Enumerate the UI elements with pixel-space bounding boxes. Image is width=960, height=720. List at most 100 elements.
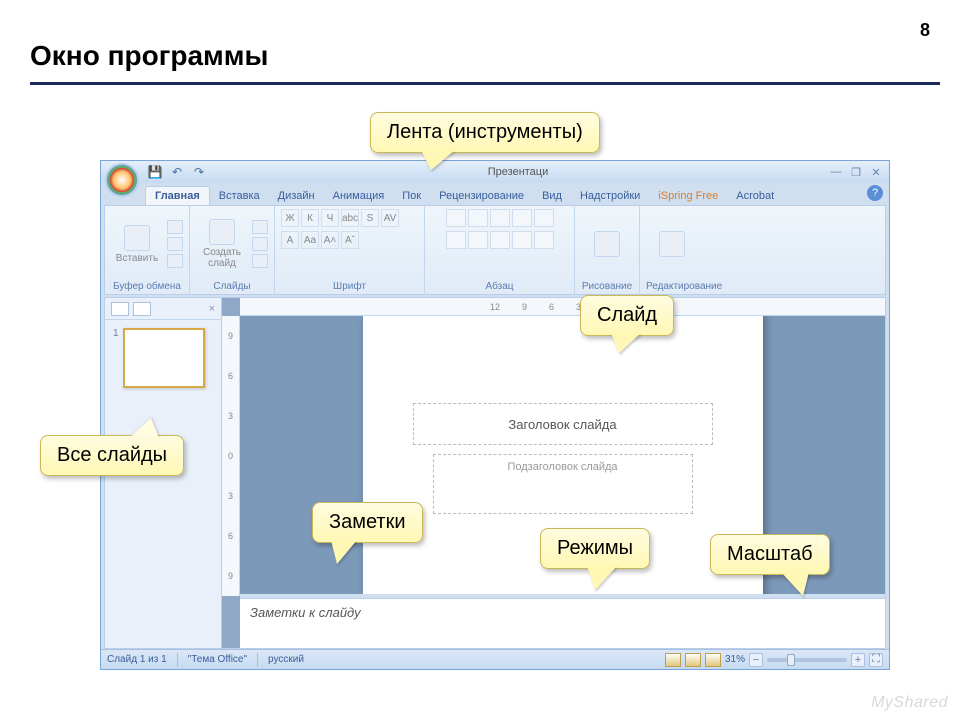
ruler-tick: 6 (549, 302, 554, 312)
format-painter-icon[interactable] (167, 254, 183, 268)
ruler-tick: 3 (228, 491, 233, 501)
ruler-tick: 9 (228, 571, 233, 581)
tab-design[interactable]: Дизайн (269, 187, 324, 205)
tab-review[interactable]: Рецензирование (430, 187, 533, 205)
drawing-button[interactable] (581, 212, 633, 276)
paste-button[interactable]: Вставить (111, 212, 163, 276)
align-center-button[interactable] (468, 231, 488, 249)
callout-zoom: Масштаб (710, 534, 830, 575)
group-drawing: Рисование (575, 206, 640, 294)
bold-button[interactable]: Ж (281, 209, 299, 227)
shrink-font-button[interactable]: Aˇ (341, 231, 359, 249)
zoom-thumb[interactable] (787, 654, 795, 666)
columns-button[interactable] (534, 231, 554, 249)
cut-icon[interactable] (167, 220, 183, 234)
drawing-icon (594, 231, 620, 257)
italic-button[interactable]: К (301, 209, 319, 227)
justify-button[interactable] (512, 231, 532, 249)
editing-button[interactable] (646, 212, 698, 276)
window-title: Презентаци (207, 166, 829, 178)
copy-icon[interactable] (167, 237, 183, 251)
tab-view[interactable]: Вид (533, 187, 571, 205)
callout-ribbon: Лента (инструменты) (370, 112, 600, 153)
normal-view-button[interactable] (665, 653, 681, 667)
outline-tab-icon[interactable] (133, 302, 151, 316)
powerpoint-window: 💾 ↶ ↷ Презентаци — ❐ ✕ ? Главная Вставка… (100, 160, 890, 670)
tab-addins[interactable]: Надстройки (571, 187, 649, 205)
ruler-tick: 6 (228, 371, 233, 381)
indent-dec-button[interactable] (490, 209, 510, 227)
close-icon[interactable]: ✕ (869, 166, 883, 179)
fit-window-button[interactable]: ⛶ (869, 653, 883, 667)
change-case-button[interactable]: Aa (301, 231, 319, 249)
page-title: Окно программы (30, 40, 268, 72)
zoom-slider[interactable] (767, 658, 847, 662)
thumbnail-number: 1 (113, 328, 119, 388)
redo-icon[interactable]: ↷ (191, 164, 207, 180)
help-icon[interactable]: ? (867, 185, 883, 201)
callout-notes: Заметки (312, 502, 423, 543)
vertical-ruler[interactable]: 9 6 3 0 3 6 9 (222, 316, 240, 596)
strike-button[interactable]: abc (341, 209, 359, 227)
numbering-button[interactable] (468, 209, 488, 227)
undo-icon[interactable]: ↶ (169, 164, 185, 180)
callout-slide: Слайд (580, 295, 674, 336)
shadow-button[interactable]: S (361, 209, 379, 227)
group-clipboard-label: Буфер обмена (111, 279, 183, 294)
slide-thumbnail[interactable]: 1 (113, 328, 213, 388)
tab-ispring[interactable]: iSpring Free (649, 187, 727, 205)
window-controls: — ❐ ✕ (829, 166, 883, 179)
watermark: MyShared (871, 694, 948, 712)
tab-animation[interactable]: Анимация (324, 187, 394, 205)
callout-all-slides: Все слайды (40, 435, 184, 476)
grow-font-button[interactable]: A˄ (321, 231, 339, 249)
zoom-in-button[interactable]: + (851, 653, 865, 667)
status-theme: "Тема Office" (188, 654, 247, 665)
zoom-percent[interactable]: 31% (725, 654, 745, 665)
line-spacing-button[interactable] (534, 209, 554, 227)
align-left-button[interactable] (446, 231, 466, 249)
workspace: × 1 12 9 6 3 0 3 9 6 3 0 (104, 297, 886, 649)
thumbnails: 1 (105, 320, 221, 396)
underline-button[interactable]: Ч (321, 209, 339, 227)
title-placeholder[interactable]: Заголовок слайда (413, 403, 713, 445)
notes-pane[interactable]: Заметки к слайду (240, 598, 885, 648)
page-number: 8 (920, 20, 930, 41)
zoom-out-button[interactable]: − (749, 653, 763, 667)
group-slides-label: Слайды (196, 279, 268, 294)
slideshow-view-button[interactable] (705, 653, 721, 667)
tab-home[interactable]: Главная (145, 186, 210, 205)
new-slide-label: Создать слайд (196, 247, 248, 269)
minimize-icon[interactable]: — (829, 166, 843, 179)
panel-tabs: × (105, 298, 221, 320)
group-clipboard: Вставить Буфер обмена (105, 206, 190, 294)
editor-area: 12 9 6 3 0 3 9 6 3 0 3 6 9 Заголовок сла… (222, 297, 886, 649)
group-slides: Создать слайд Слайды (190, 206, 275, 294)
slides-tab-icon[interactable] (111, 302, 129, 316)
layout-icon[interactable] (252, 220, 268, 234)
callout-modes: Режимы (540, 528, 650, 569)
status-language[interactable]: русский (268, 654, 304, 665)
indent-inc-button[interactable] (512, 209, 532, 227)
tab-slideshow[interactable]: Пок (393, 187, 430, 205)
maximize-icon[interactable]: ❐ (849, 166, 863, 179)
reset-icon[interactable] (252, 237, 268, 251)
font-color-button[interactable]: A (281, 231, 299, 249)
align-right-button[interactable] (490, 231, 510, 249)
new-slide-button[interactable]: Создать слайд (196, 212, 248, 276)
group-paragraph: Абзац (425, 206, 575, 294)
subtitle-placeholder[interactable]: Подзаголовок слайда (433, 454, 693, 514)
delete-icon[interactable] (252, 254, 268, 268)
group-font-label: Шрифт (281, 279, 418, 294)
sorter-view-button[interactable] (685, 653, 701, 667)
tab-acrobat[interactable]: Acrobat (727, 187, 783, 205)
char-spacing-button[interactable]: AV (381, 209, 399, 227)
bullets-button[interactable] (446, 209, 466, 227)
tab-insert[interactable]: Вставка (210, 187, 269, 205)
horizontal-ruler[interactable]: 12 9 6 3 0 3 (240, 298, 885, 316)
ribbon: Вставить Буфер обмена Создать слайд (104, 205, 886, 295)
office-button[interactable] (105, 163, 139, 197)
save-icon[interactable]: 💾 (147, 164, 163, 180)
panel-close-icon[interactable]: × (209, 303, 215, 315)
status-separator (177, 653, 178, 667)
